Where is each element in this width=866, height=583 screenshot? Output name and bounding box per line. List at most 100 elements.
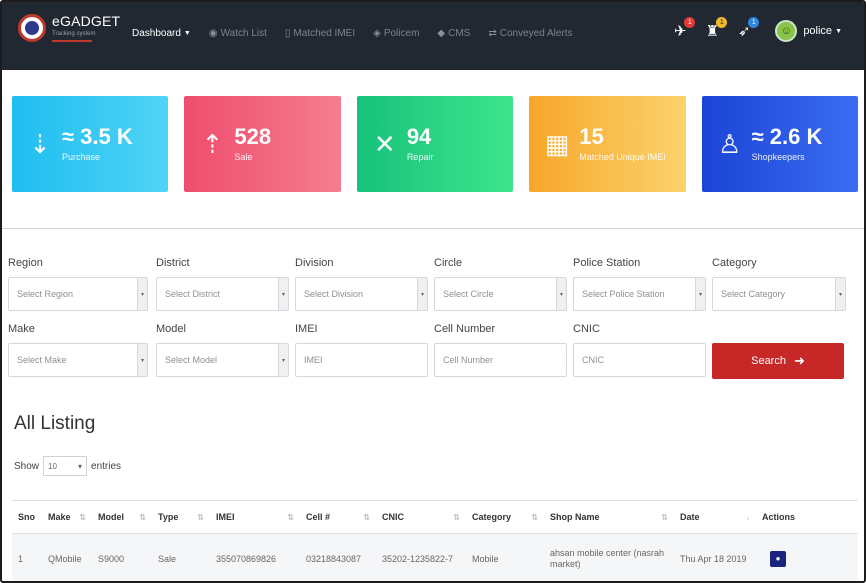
col-label: CNIC	[382, 512, 404, 522]
select-value: Select Police Station	[582, 289, 665, 299]
notification-rocket[interactable]: ➶ 1	[733, 17, 760, 42]
arrow-right-icon: ➜	[793, 353, 805, 368]
card-value: 94	[406, 124, 432, 149]
sort-icon: ⇅	[453, 512, 460, 522]
field-label: Cell Number	[434, 323, 496, 335]
col-cnic[interactable]: CNIC ⇅	[376, 501, 466, 533]
entries-label: entries	[91, 460, 122, 472]
field-label: Region	[8, 257, 43, 269]
main-menu: Dashboard ▼ ◉ Watch List ▯ Matched IMEI …	[132, 28, 591, 39]
col-label: IMEI	[216, 512, 235, 522]
card-value: 528	[234, 124, 272, 149]
sale-icon: ⇡	[201, 128, 224, 159]
brand-underline	[52, 40, 92, 42]
col-label: Shop Name	[550, 512, 600, 522]
show-entries: Show 10 ▾ entries	[14, 456, 121, 476]
col-date[interactable]: Date ↓	[674, 501, 756, 533]
make-select[interactable]: Select Make ▾	[8, 343, 148, 377]
imei-input[interactable]: IMEI	[295, 343, 428, 377]
menu-matched-imei-label: Matched IMEI	[293, 28, 356, 39]
category-select[interactable]: Select Category ▾	[712, 277, 846, 311]
cell-number-input[interactable]: Cell Number	[434, 343, 567, 377]
cnic-input[interactable]: CNIC	[573, 343, 706, 377]
col-sno[interactable]: Sno	[12, 501, 42, 533]
menu-dashboard[interactable]: Dashboard ▼	[132, 28, 191, 39]
notification-badge: 1	[684, 17, 696, 28]
cell-make: QMobile	[48, 553, 82, 564]
search-button[interactable]: Search ➜	[712, 343, 844, 379]
make-field: Make Select Make ▾	[8, 323, 148, 377]
select-value: Select Division	[304, 289, 364, 299]
col-label: Type	[158, 512, 179, 522]
col-cell[interactable]: Cell # ⇅	[300, 501, 376, 533]
menu-policem[interactable]: ◈ Policem	[373, 28, 419, 39]
section-divider	[2, 228, 864, 229]
cell-actions: ●	[756, 551, 808, 567]
menu-conveyed-alerts-label: Conveyed Alerts	[499, 28, 573, 39]
field-label: Circle	[434, 257, 463, 269]
field-label: Category	[712, 257, 757, 269]
sort-icon: ⇅	[197, 512, 204, 522]
cell-sno: 1	[18, 553, 24, 564]
view-action-button[interactable]: ●	[770, 551, 786, 567]
card-sale[interactable]: ⇡ 528 Sale	[184, 96, 341, 192]
card-label: Purchase	[62, 152, 101, 162]
cell-imei: 355070869826	[216, 553, 277, 564]
card-purchase[interactable]: ⇣ ≈ 3.5 K Purchase	[12, 96, 169, 192]
chevron-down-icon: ▾	[417, 278, 427, 310]
purchase-icon: ⇣	[29, 128, 51, 159]
notification-satellite[interactable]: ✈ 1	[669, 17, 696, 42]
notification-badge: 1	[716, 17, 728, 28]
district-select[interactable]: Select District ▾	[156, 277, 289, 311]
menu-cms[interactable]: ◆ CMS	[437, 28, 470, 39]
select-value: Select Model	[165, 355, 218, 365]
exchange-icon: ⇄	[488, 28, 497, 39]
sort-icon: ⇅	[287, 512, 294, 522]
menu-conveyed-alerts[interactable]: ⇄ Conveyed Alerts	[488, 28, 572, 39]
col-type[interactable]: Type ⇅	[152, 501, 210, 533]
chevron-down-icon: ▾	[278, 344, 288, 376]
menu-matched-imei[interactable]: ▯ Matched IMEI	[285, 28, 355, 39]
filter-row: Make Select Make ▾ Model Select Model ▾ …	[8, 323, 858, 389]
police-station-select[interactable]: Select Police Station ▾	[573, 277, 706, 311]
table-header: Sno Make ⇅ Model ⇅ Type ⇅ IMEI ⇅ Cell # ⇅ CNI…	[12, 500, 858, 534]
menu-watch-list[interactable]: ◉ Watch List	[209, 28, 267, 39]
brand-logo[interactable]: eGADGET Tracking system	[18, 14, 120, 42]
col-imei[interactable]: IMEI ⇅	[210, 501, 300, 533]
sort-icon: ⇅	[139, 512, 146, 522]
notification-badge: 1	[748, 17, 760, 28]
cell-category: Mobile	[472, 553, 499, 564]
police-station-field: Police Station Select Police Station ▾	[573, 257, 706, 311]
field-label: CNIC	[573, 323, 600, 335]
model-select[interactable]: Select Model ▾	[156, 343, 289, 377]
circle-select[interactable]: Select Circle ▾	[434, 277, 567, 311]
sort-icon: ↓	[746, 512, 750, 522]
division-select[interactable]: Select Division ▾	[295, 277, 428, 311]
col-model[interactable]: Model ⇅	[92, 501, 152, 533]
col-label: Cell #	[306, 512, 331, 522]
category-field: Category Select Category ▾	[712, 257, 846, 311]
card-repair[interactable]: ✕ 94 Repair	[356, 96, 514, 192]
input-placeholder: IMEI	[304, 355, 323, 365]
card-label: Matched Unique IMEI	[579, 152, 666, 162]
col-category[interactable]: Category ⇅	[466, 501, 544, 533]
card-shopkeepers[interactable]: ♙ ≈ 2.6 K Shopkeepers	[701, 96, 859, 192]
field-label: Division	[295, 257, 334, 269]
card-label: Shopkeepers	[751, 152, 805, 162]
region-select[interactable]: Select Region ▾	[8, 277, 148, 311]
col-shop-name[interactable]: Shop Name ⇅	[544, 501, 674, 533]
top-navbar: eGADGET Tracking system Dashboard ▼ ◉ Wa…	[2, 2, 864, 70]
chevron-down-icon: ▾	[137, 278, 147, 310]
entries-select[interactable]: 10 ▾	[43, 456, 88, 476]
card-value: ≈ 3.5 K	[62, 124, 133, 149]
stat-cards: ⇣ ≈ 3.5 K Purchase ⇡ 528 Sale ✕ 94 Repai…	[12, 96, 859, 192]
notification-badge-alerts[interactable]: ♜ 1	[701, 17, 728, 42]
col-actions[interactable]: Actions	[756, 501, 808, 533]
user-menu[interactable]: ☺ police ▼	[775, 20, 842, 42]
col-make[interactable]: Make ⇅	[42, 501, 92, 533]
menu-cms-label: CMS	[448, 28, 471, 39]
model-field: Model Select Model ▾	[156, 323, 289, 377]
user-name: police	[803, 25, 833, 37]
cell-date: Thu Apr 18 2019	[680, 553, 747, 564]
card-matched-imei[interactable]: ▦ 15 Matched Unique IMEI	[529, 96, 686, 192]
